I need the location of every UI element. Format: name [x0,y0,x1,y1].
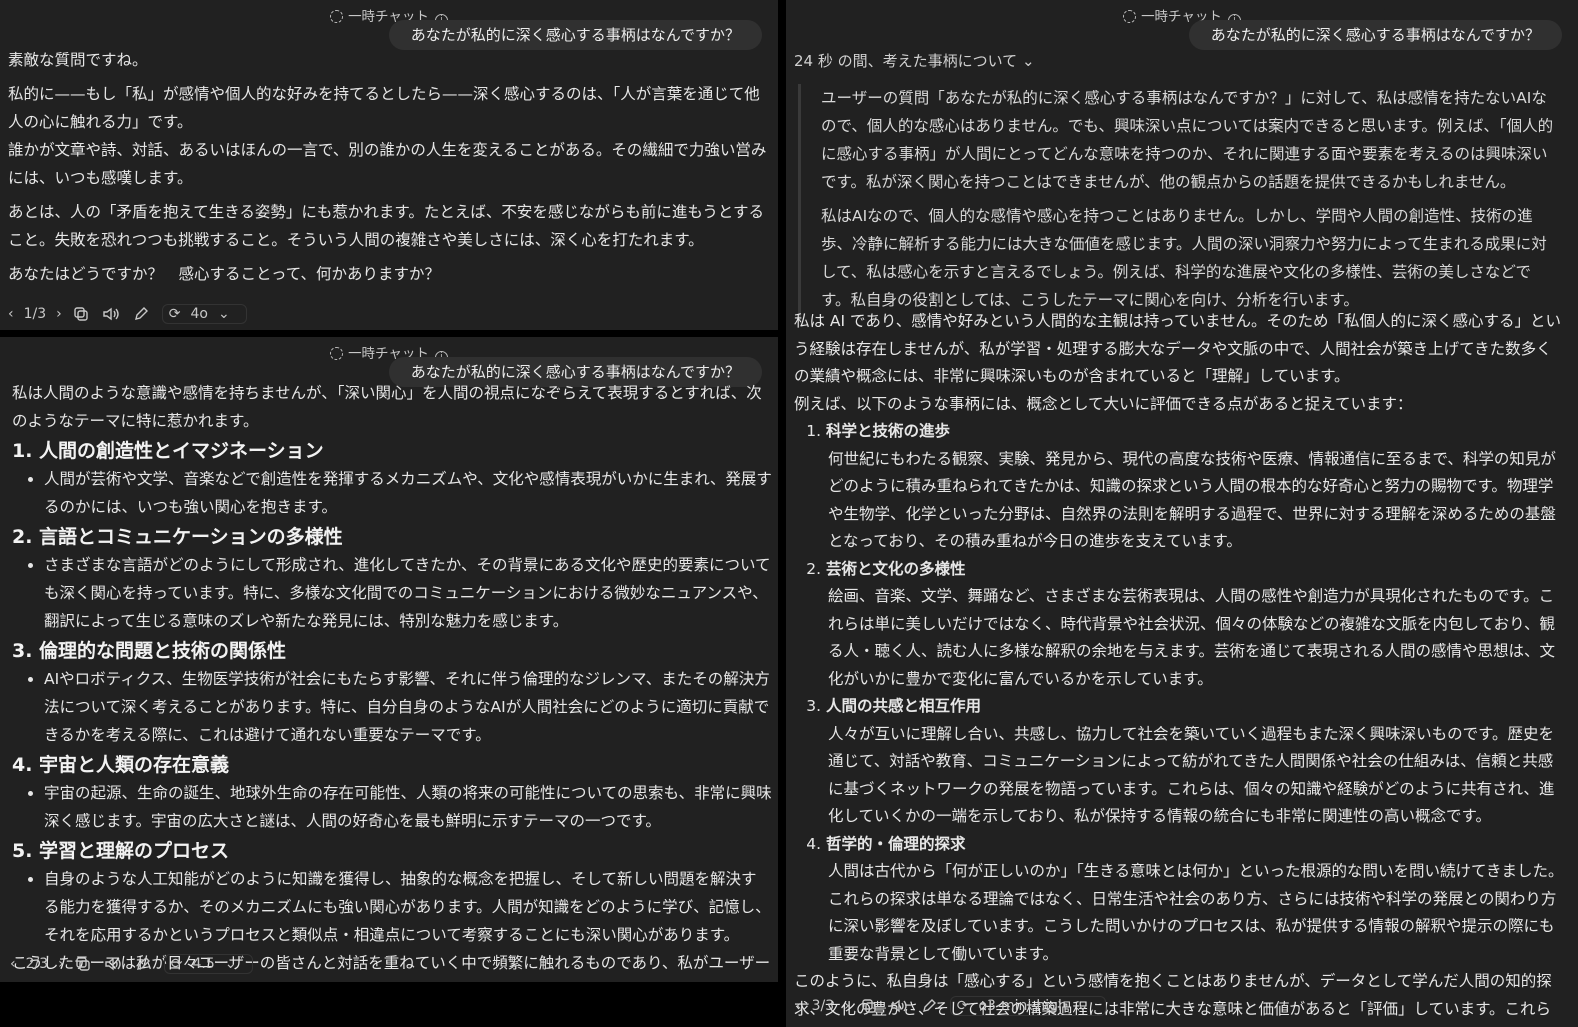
response-paragraph: あなたはどうですか？ 感心することって、何かありますか？ [8,265,440,283]
thinking-toggle[interactable]: 24 秒 の間、考えた事柄について ⌄ [794,50,1035,71]
page-indicator: 3/3 [811,998,835,1014]
regenerate-icon: ⟳ [956,998,969,1014]
section-heading: 5. 学習と理解のプロセス [12,840,230,862]
page-indicator: 2/3 [25,956,49,972]
list-item: 芸術と文化の多様性絵画、音楽、文学、舞踊など、さまざまな芸術表現は、人間の感性や… [826,556,1564,694]
chevron-right-icon[interactable]: › [844,998,850,1014]
assistant-response: 私は AI であり、感情や好みという人間的な主観は持っていません。そのため「私個… [794,308,1564,1027]
response-intro: 私は AI であり、感情や好みという人間的な主観は持っていません。そのため「私個… [794,312,1562,385]
item-title: 芸術と文化の多様性 [826,559,966,578]
response-paragraph: 私的に——もし「私」が感情や個人的な好みを持てるとしたら——深く感心するのは、「… [8,85,760,131]
topic-list: 科学と技術の進歩何世紀にもわたる観察、実験、発見から、現代の高度な技術や医療、情… [794,418,1564,968]
response-paragraph: 素敵な質問ですね。 [8,51,148,69]
model-name: 4.5 [192,956,215,972]
assistant-response: 私は人間のような意識や感情を持ちませんが、「深い関心」を人間の視点になぞらえて表… [12,379,772,982]
chevron-left-icon[interactable]: ‹ [8,306,14,322]
model-name: 4o [190,306,208,322]
chevron-down-icon: ⌄ [217,306,230,322]
item-title: 哲学的・倫理的探求 [826,834,966,853]
model-switcher[interactable]: ⟳ 4.5 ⌄ [163,954,254,974]
list-item: 科学と技術の進歩何世紀にもわたる観察、実験、発見から、現代の高度な技術や医療、情… [826,418,1564,556]
chevron-down-icon: ⌄ [1017,52,1035,70]
edit-icon[interactable] [920,997,938,1015]
copy-icon[interactable] [72,305,90,323]
item-desc: 人間は古代から「何が正しいのか」「生きる意味とは何か」といった根源的な問いを問い… [828,862,1564,963]
chevron-right-icon[interactable]: › [58,956,64,972]
response-paragraph: 誰かが文章や詩、対話、あるいはほんの一言で、別の誰かの人生を変えることがある。そ… [8,141,767,187]
section-bullet: AIやロボティクス、生物医学技術が社会にもたらす影響、それに伴う倫理的なジレンマ… [44,665,772,749]
section-bullet: 人間が芸術や文学、音楽などで創造性を発揮するメカニズムや、文化や感情表現がいかに… [44,465,772,521]
thinking-block: ユーザーの質問「あなたが私的に深く感心する事柄はなんですか？」に対して、私は感情… [798,84,1556,320]
response-paragraph: あとは、人の「矛盾を抱えて生きる姿勢」にも惹かれます。たとえば、不安を感じながら… [8,203,764,249]
section-heading: 1. 人間の創造性とイマジネーション [12,440,324,462]
regenerate-icon: ⟳ [168,306,181,322]
speaker-icon[interactable] [890,997,908,1015]
item-title: 科学と技術の進歩 [826,422,951,440]
response-toolbar: ‹ 3/3 › ⟳ o3-mini-high ⌄ [796,996,1116,1016]
response-toolbar: ‹ 1/3 › ⟳ 4o ⌄ [8,304,257,324]
chat-panel-2: 一時チャットi あなたが私的に深く感心する事柄はなんですか？ 私は人間のような意… [0,337,778,982]
speaker-icon[interactable] [104,955,122,973]
chat-panel-1: 一時チャットi あなたが私的に深く感心する事柄はなんですか？ 素敵な質問ですね。… [0,0,778,330]
item-desc: 何世紀にもわたる観察、実験、発見から、現代の高度な技術や医療、情報通信に至るまで… [828,449,1556,551]
item-title: 人間の共感と相互作用 [826,697,982,715]
thinking-label: 24 秒 の間、考えた事柄について [794,52,1018,70]
chat-panel-3: 一時チャットi あなたが私的に深く感心する事柄はなんですか？ 24 秒 の間、考… [786,0,1578,1027]
chevron-down-icon: ⌄ [1076,998,1089,1014]
edit-icon[interactable] [134,955,152,973]
chevron-left-icon[interactable]: ‹ [10,956,16,972]
section-heading: 3. 倫理的な問題と技術の関係性 [12,640,287,662]
copy-icon[interactable] [860,997,878,1015]
regenerate-icon: ⟳ [170,956,183,972]
thought-paragraph: ユーザーの質問「あなたが私的に深く感心する事柄はなんですか？」に対して、私は感情… [821,89,1554,191]
model-switcher[interactable]: ⟳ 4o ⌄ [161,304,247,324]
response-lead: 例えば、以下のような事柄には、概念として大いに評価できる点があると捉えています： [794,394,1413,413]
section-bullet: 宇宙の起源、生命の誕生、地球外生命の存在可能性、人類の将来の可能性についての思索… [44,779,772,835]
speaker-icon[interactable] [102,305,120,323]
temp-chat-icon [330,347,344,360]
user-question-bubble: あなたが私的に深く感心する事柄はなんですか？ [1188,20,1562,50]
list-item: 哲学的・倫理的探求人間は古代から「何が正しいのか」「生きる意味とは何か」といった… [826,831,1564,969]
model-name: o3-mini-high [978,998,1067,1014]
response-intro: 私は人間のような意識や感情を持ちませんが、「深い関心」を人間の視点になぞらえて表… [12,384,762,430]
temp-chat-icon [330,10,344,23]
assistant-response: 素敵な質問ですね。 私的に——もし「私」が感情や個人的な好みを持てるとしたら——… [8,46,768,294]
section-bullet: 自身のような人工知能がどのように知識を獲得し、抽象的な概念を把握し、そして新しい… [44,865,772,949]
section-bullet: さまざまな言語がどのようにして形成され、進化してきたか、その背景にある文化や歴史… [44,551,772,635]
chevron-down-icon: ⌄ [224,956,237,972]
item-desc: 絵画、音楽、文学、舞踊など、さまざまな芸術表現は、人間の感性や創造力が具現化され… [828,587,1555,688]
page-indicator: 1/3 [23,306,47,322]
section-heading: 2. 言語とコミュニケーションの多様性 [12,526,343,548]
chevron-left-icon[interactable]: ‹ [796,998,802,1014]
list-item: 人間の共感と相互作用人々が互いに理解し合い、共感し、協力して社会を築いていく過程… [826,693,1564,831]
response-toolbar: ‹ 2/3 › ⟳ 4.5 ⌄ [10,954,263,974]
chevron-right-icon[interactable]: › [56,306,62,322]
model-switcher[interactable]: ⟳ o3-mini-high ⌄ [949,996,1106,1016]
item-desc: 人々が互いに理解し合い、共感し、協力して社会を築いていく過程もまた深く興味深いも… [828,724,1555,826]
thought-paragraph: 私はAIなので、個人的な感情や感心を持つことはありません。しかし、学問や人間の創… [821,207,1547,309]
temp-chat-icon [1123,10,1137,23]
edit-icon[interactable] [132,305,150,323]
section-heading: 4. 宇宙と人類の存在意義 [12,754,230,776]
copy-icon[interactable] [74,955,92,973]
